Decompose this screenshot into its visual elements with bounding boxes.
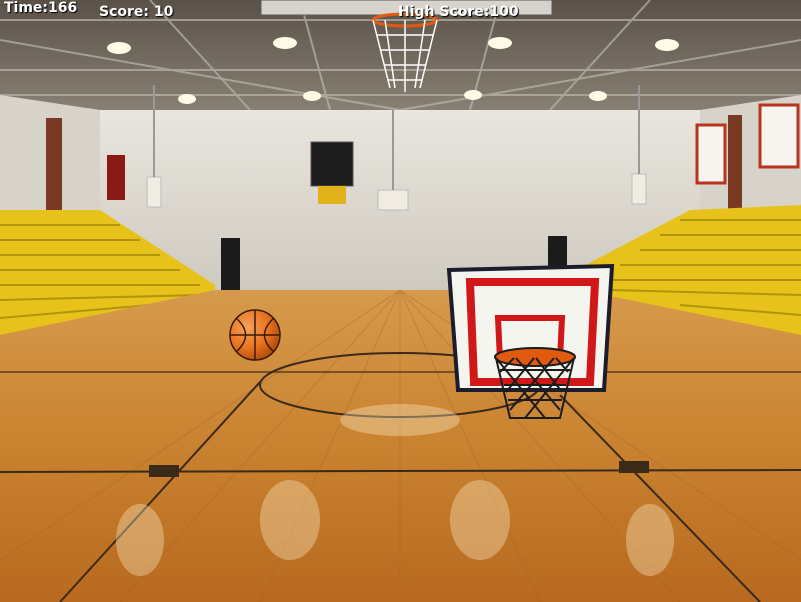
game-scene[interactable]: Time:166 Score: 10 High Score:100 — [0, 0, 801, 602]
high-score-value: 100 — [489, 4, 519, 20]
left-door — [107, 155, 125, 200]
time-display: Time:166 — [4, 0, 77, 16]
wall-scoreboard — [310, 141, 354, 187]
high-score-display: High Score:100 — [398, 4, 519, 20]
score-value: 10 — [153, 4, 174, 20]
score-display: Score: 10 — [99, 4, 173, 20]
basketball-icon[interactable] — [229, 309, 281, 361]
time-label: Time: — [4, 0, 49, 16]
high-score-label: High Score: — [398, 4, 490, 20]
score-label: Score: — [99, 4, 149, 20]
gym-background — [0, 0, 801, 602]
time-value: 166 — [48, 0, 78, 16]
left-speaker — [221, 238, 240, 290]
